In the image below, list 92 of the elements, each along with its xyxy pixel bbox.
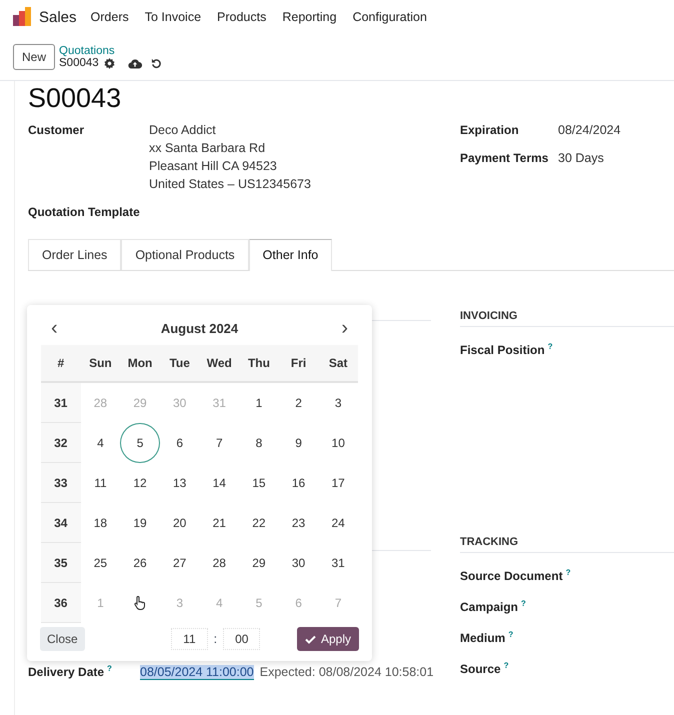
hand-cursor-icon [134,596,146,610]
field-label: Campaign $^{?}$ [460,600,526,614]
day-cell[interactable]: 24 [318,503,358,543]
day-cell[interactable]: 31 [318,543,358,583]
weekday-header: Wed [206,355,233,372]
field-label: Payment Terms [460,151,550,165]
tab[interactable]: Order Lines [28,239,122,270]
section-heading: TRACKING [460,536,674,553]
address-line: xx Santa Barbara Rd [149,141,266,155]
menu-item[interactable]: Configuration [352,10,427,24]
record-title: S00043 [28,82,122,115]
minute-field[interactable]: 00 [223,628,260,650]
date-field[interactable]: 08/05/2024 11:00:00 [140,665,254,680]
address-line: Deco Addict [149,123,217,137]
undo-icon[interactable] [150,58,162,68]
address-line: Pleasant Hill CA 94523 [149,159,278,173]
tab[interactable]: Optional Products [121,239,249,270]
day-cell[interactable]: 20 [160,503,200,543]
day-cell[interactable]: 11 [80,463,120,503]
field-label: Expiration [460,123,520,137]
menu-item[interactable]: Products [217,10,266,24]
new-button[interactable]: New [13,44,56,70]
day-cell[interactable]: 21 [200,503,240,543]
weekday-header: Sat [328,355,349,372]
day-cell[interactable]: 7 [200,423,240,463]
day-cell[interactable]: 16 [278,463,318,503]
field-label: Source $^{?}$ [460,662,509,676]
weekday-header: Thu [246,355,271,372]
week-number: 36 [41,583,81,623]
day-cell[interactable]: 22 [239,503,279,543]
tab[interactable]: Other Info [248,239,332,271]
month-title: August 2024 [160,320,238,336]
next-month-button[interactable]: › [341,316,348,340]
day-cell[interactable]: 25 [80,543,120,583]
weekday-header: Tue [168,355,191,372]
weekday-header: Fri [290,355,308,372]
field-label: Medium $^{?}$ [460,631,514,645]
time-separator: : [214,632,218,646]
day-cell[interactable]: 27 [160,543,200,583]
section-heading: INVOICING [460,310,674,327]
day-cell[interactable]: 14 [200,463,240,503]
field-label: Delivery Date $^{?}$ [28,664,113,679]
day-cell[interactable]: 28 [200,543,240,583]
address-line: United States – US12345673 [149,177,311,191]
field-label: Quotation Template [28,205,141,219]
day-cell[interactable]: 23 [278,503,318,543]
day-cell[interactable]: 17 [318,463,358,503]
day-cell[interactable]: 18 [80,503,120,543]
day-cell[interactable]: 29 [239,543,279,583]
field-label: Fiscal Position $^{?}$ [460,343,553,357]
day-cell[interactable]: 15 [239,463,279,503]
hour-field[interactable]: 11 [171,628,208,650]
expected-date: Expected: 08/08/2024 10:58:01 [260,665,434,679]
day-cell[interactable]: 4 [80,423,120,463]
app-name[interactable]: Sales [39,8,77,26]
field-label: Source Document $^{?}$ [460,569,571,583]
settings-icon[interactable] [104,58,115,68]
day-cell[interactable]: 1 [239,383,279,423]
day-cell[interactable]: 5 [120,423,160,463]
week-header: # [56,355,66,372]
day-cell[interactable]: 19 [120,503,160,543]
breadcrumb-link[interactable]: Quotations [59,45,162,57]
apply-button[interactable]: Apply [296,627,359,651]
week-number: 31 [41,383,81,423]
week-number: 34 [41,503,81,543]
menu-item[interactable]: Reporting [282,10,337,24]
app-logo-icon[interactable] [12,7,32,27]
previous-month-button[interactable]: ‹ [51,316,58,340]
field-value[interactable]: 30 Days [558,151,604,165]
day-cell[interactable]: 2 [278,383,318,423]
weekday-header: Sun [88,355,113,372]
day-cell[interactable]: 9 [278,423,318,463]
weekday-header: Mon [126,355,154,372]
menu-item[interactable]: To Invoice [144,10,202,24]
cloud-upload-icon[interactable] [128,58,142,68]
record-name: S00043 [59,57,99,69]
check-icon [304,634,316,644]
day-cell[interactable]: 8 [239,423,279,463]
week-number: 32 [41,423,81,463]
week-number: 33 [41,463,81,503]
day-cell[interactable]: 10 [318,423,358,463]
day-cell[interactable]: 26 [120,543,160,583]
day-cell[interactable]: 13 [160,463,200,503]
field-label: Customer [28,123,86,139]
week-number: 35 [41,543,81,583]
menu-item[interactable]: Orders [90,10,129,24]
day-cell[interactable]: 3 [318,383,358,423]
field-value[interactable]: 08/24/2024 [558,123,621,137]
day-cell[interactable]: 12 [120,463,160,503]
day-cell[interactable]: 30 [278,543,318,583]
day-cell[interactable]: 6 [160,423,200,463]
close-button[interactable]: Close [40,627,85,651]
